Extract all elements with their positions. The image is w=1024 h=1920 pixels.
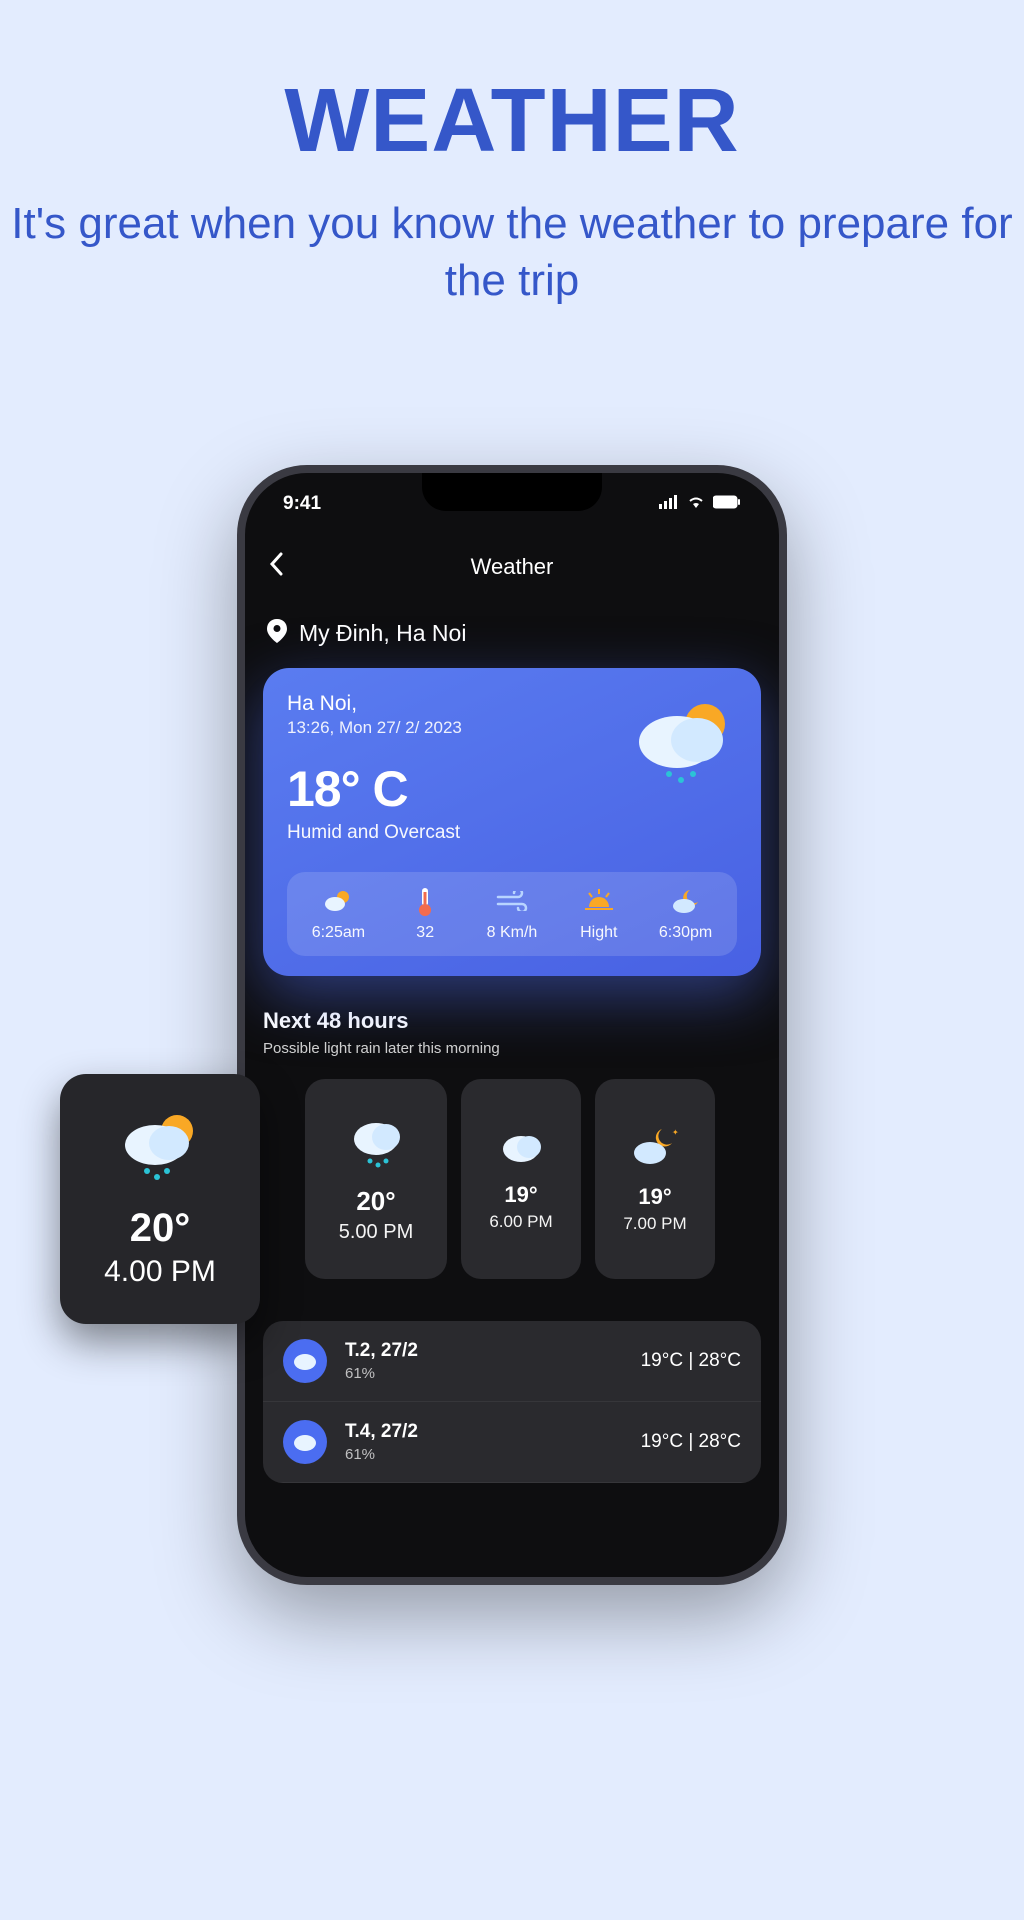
day-label: T.2, 27/2 (345, 1340, 623, 1362)
metric-wind: 8 Km/h (469, 886, 556, 942)
hour-card[interactable]: 19° 6.00 PM (461, 1079, 581, 1279)
current-datetime: 13:26, Mon 27/ 2/ 2023 (287, 718, 462, 738)
cloud-icon (283, 1420, 327, 1464)
current-weather-card[interactable]: Ha Noi, 13:26, Mon 27/ 2/ 2023 18° C Hum… (263, 668, 761, 976)
night-cloudy-icon (642, 886, 729, 916)
metric-uv: Hight (555, 886, 642, 942)
featured-time: 4.00 PM (104, 1255, 216, 1289)
metrics-bar: 6:25am 32 8 Km/h Hight 6:30pm (287, 872, 737, 956)
location-text: My Đinh, Ha Noi (299, 620, 466, 647)
cloud-icon (496, 1127, 546, 1172)
promo-subtitle: It's great when you know the weather to … (0, 195, 1024, 309)
wind-icon (469, 886, 556, 916)
day-label: T.4, 27/2 (345, 1421, 623, 1443)
cloud-rain-icon (346, 1115, 406, 1176)
cloud-icon (283, 1339, 327, 1383)
night-cloud-icon: ✦ (628, 1125, 682, 1174)
weather-rain-sun-icon (115, 1109, 205, 1194)
sunset-icon (555, 886, 642, 916)
page-title: Weather (471, 554, 554, 580)
current-condition: Humid and Overcast (287, 822, 462, 844)
metric-sunset: 6:30pm (642, 886, 729, 942)
day-temps: 19°C | 28°C (641, 1431, 741, 1453)
day-humidity: 61% (345, 1365, 623, 1382)
hour-card[interactable]: 20° 5.00 PM (305, 1079, 447, 1279)
hour-time: 7.00 PM (623, 1214, 686, 1234)
hour-card[interactable]: ✦ 19° 7.00 PM (595, 1079, 715, 1279)
phone-notch (422, 473, 602, 511)
metric-sunrise: 6:25am (295, 886, 382, 942)
forecast-title: Next 48 hours (263, 1008, 761, 1034)
daily-row[interactable]: T.2, 27/2 61% 19°C | 28°C (263, 1321, 761, 1402)
city-name: Ha Noi, (287, 692, 462, 716)
signal-icon (659, 493, 679, 515)
svg-text:✦: ✦ (672, 1128, 679, 1137)
daily-row[interactable]: T.4, 27/2 61% 19°C | 28°C (263, 1402, 761, 1483)
partly-cloudy-icon (295, 886, 382, 916)
forecast-subtitle: Possible light rain later this morning (263, 1040, 761, 1057)
day-temps: 19°C | 28°C (641, 1350, 741, 1372)
back-button[interactable] (269, 551, 283, 583)
thermometer-icon (382, 886, 469, 916)
battery-icon (713, 493, 741, 515)
phone-mockup: 9:41 Weather My Đinh, Ha Noi Ha Noi, (237, 465, 787, 1585)
day-humidity: 61% (345, 1446, 623, 1463)
daily-forecast-list[interactable]: T.2, 27/2 61% 19°C | 28°C T.4, 27/2 61% … (263, 1321, 761, 1483)
hour-temp: 19° (504, 1182, 537, 1208)
wifi-icon (686, 493, 706, 515)
featured-hour-card[interactable]: 20° 4.00 PM (60, 1074, 260, 1324)
status-time: 9:41 (283, 493, 321, 515)
hour-time: 5.00 PM (339, 1221, 413, 1244)
current-temperature: 18° C (287, 760, 462, 818)
hour-temp: 20° (356, 1186, 395, 1217)
location-pin-icon (267, 619, 287, 648)
hourly-forecast-row[interactable]: 20° 5.00 PM 19° 6.00 PM ✦ 19° 7.00 PM (305, 1079, 761, 1279)
weather-rain-sun-icon (627, 692, 737, 802)
promo-title: WEATHER (0, 70, 1024, 173)
hour-temp: 19° (638, 1184, 671, 1210)
metric-temp: 32 (382, 886, 469, 942)
featured-temp: 20° (130, 1206, 191, 1251)
hour-time: 6.00 PM (489, 1212, 552, 1232)
